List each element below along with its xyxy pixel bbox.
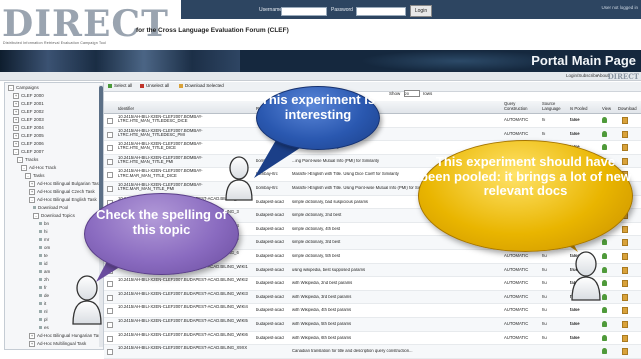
callout-should-pool: This experiment should have been pooled:… (418, 140, 633, 252)
callout-interesting: This experiment is interesting (256, 86, 380, 150)
row-checkbox[interactable] (107, 349, 113, 356)
person-figure-yellow (571, 251, 601, 301)
download-icon[interactable] (622, 348, 628, 356)
view-icon[interactable] (602, 348, 607, 355)
cell-desc: Canadian translation for title and descr… (292, 349, 413, 354)
callout-check-spelling: Check the spelling of this topic (84, 193, 239, 275)
person-figure-purple (72, 275, 102, 325)
person-figure-blue (225, 156, 253, 201)
